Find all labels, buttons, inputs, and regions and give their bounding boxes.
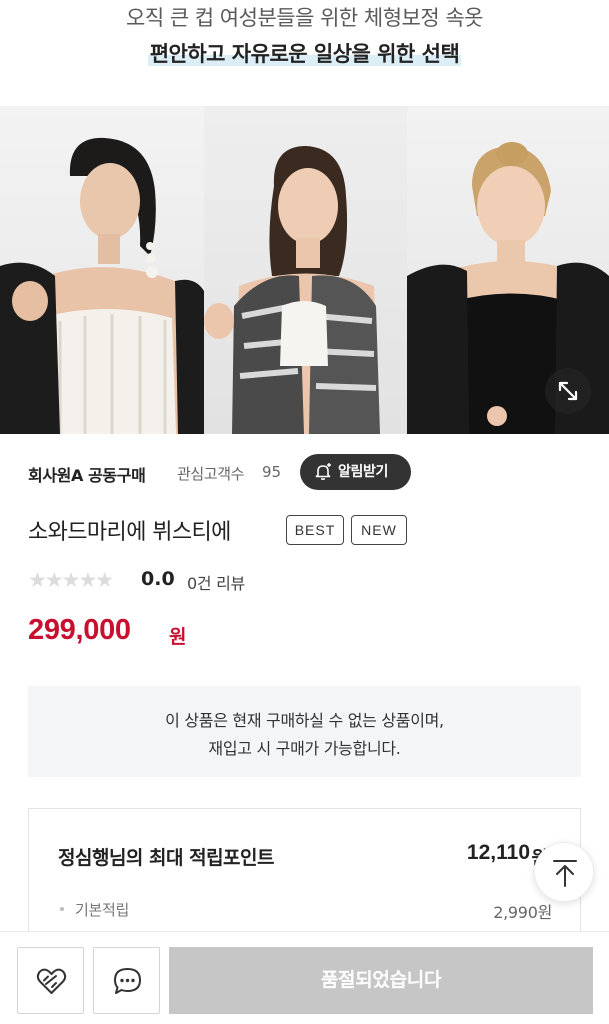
max-points-label: 정심행님의 최대 적립포인트 (58, 847, 275, 869)
badge-best: BEST (286, 515, 344, 545)
arrow-up-to-top-icon (553, 860, 577, 887)
alarm-label: 알림받기 (338, 464, 388, 480)
wishlist-button[interactable] (17, 947, 84, 1014)
expand-arrows-icon (558, 381, 578, 401)
bell-plus-icon (315, 463, 331, 480)
promo-banner: 오직 큰 컵 여성분들을 위한 체형보정 속옷 편안하고 자유로운 일상을 위한… (0, 0, 609, 106)
product-image-gallery[interactable] (0, 106, 609, 434)
scroll-to-top-button[interactable] (534, 842, 594, 902)
alarm-subscribe-button[interactable]: 알림받기 (300, 454, 411, 490)
bottom-action-bar: 품절되었습니다 (0, 931, 609, 1024)
watch-count-value: 95 (262, 463, 282, 481)
soldout-button[interactable]: 품절되었습니다 (169, 947, 593, 1014)
expand-image-button[interactable] (545, 368, 591, 414)
promo-line-2-text: 편안하고 자유로운 일상을 위한 선택 (147, 42, 462, 66)
brand-row: 회사원A 공동구매 관심고객수 95 알림받기 (28, 454, 588, 492)
promo-line-2: 편안하고 자유로운 일상을 위한 선택 (0, 38, 609, 68)
rating-stars-icon: ★★★★★ (28, 568, 114, 592)
badge-new: NEW (351, 515, 407, 545)
rating-row: ★★★★★ 0.0 0건 리뷰 (28, 566, 428, 594)
review-count-link[interactable]: 0건 리뷰 (187, 570, 245, 594)
product-photo-model-2 (204, 106, 407, 434)
notice-line-2: 재입고 시 구매가 가능합니다. (208, 739, 401, 758)
max-points-value: 12,110 (466, 841, 530, 864)
chat-inquiry-button[interactable] (93, 947, 160, 1014)
heart-link-icon (36, 968, 67, 994)
brand-name-link[interactable]: 회사원A 공동구매 (28, 462, 146, 486)
promo-line-1: 오직 큰 컵 여성분들을 위한 체형보정 속옷 (126, 6, 484, 30)
basic-points-label: 기본적립 (75, 901, 130, 919)
chat-bubble-icon (114, 968, 141, 994)
bullet-dot-icon (60, 907, 64, 911)
rating-score: 0.0 (141, 568, 175, 590)
price-currency: 원 (169, 626, 187, 648)
product-photo-model-1 (0, 106, 204, 434)
points-panel: 정심행님의 최대 적립포인트 12,110 원 기본적립 2,990원 (28, 808, 581, 938)
notice-line-1: 이 상품은 현재 구매하실 수 없는 상품이며, (165, 711, 444, 730)
basic-points-value: 2,990원 (493, 903, 552, 922)
product-price: 299,000 (28, 614, 131, 646)
watch-count-label: 관심고객수 (177, 465, 245, 483)
product-title: 소와드마리에 뷔스티에 (28, 520, 231, 545)
unavailable-notice: 이 상품은 현재 구매하실 수 없는 상품이며, 재입고 시 구매가 가능합니다… (28, 686, 581, 777)
